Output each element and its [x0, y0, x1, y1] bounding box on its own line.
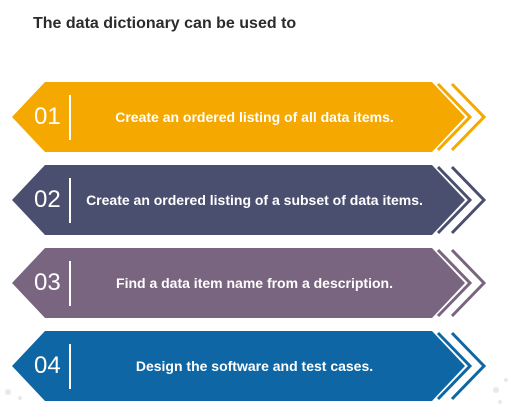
- banner-3-text: Find a data item name from a description…: [116, 275, 393, 291]
- banner-1-number: 01: [34, 103, 61, 130]
- banner-2-text: Create an ordered listing of a subset of…: [86, 192, 423, 208]
- banner-1-text: Create an ordered listing of all data it…: [115, 109, 394, 125]
- banner-3-number: 03: [34, 269, 61, 296]
- banner-4-number: 04: [34, 352, 61, 379]
- banner-4-text: Design the software and test cases.: [135, 358, 374, 374]
- banner-2-number: 02: [34, 186, 61, 213]
